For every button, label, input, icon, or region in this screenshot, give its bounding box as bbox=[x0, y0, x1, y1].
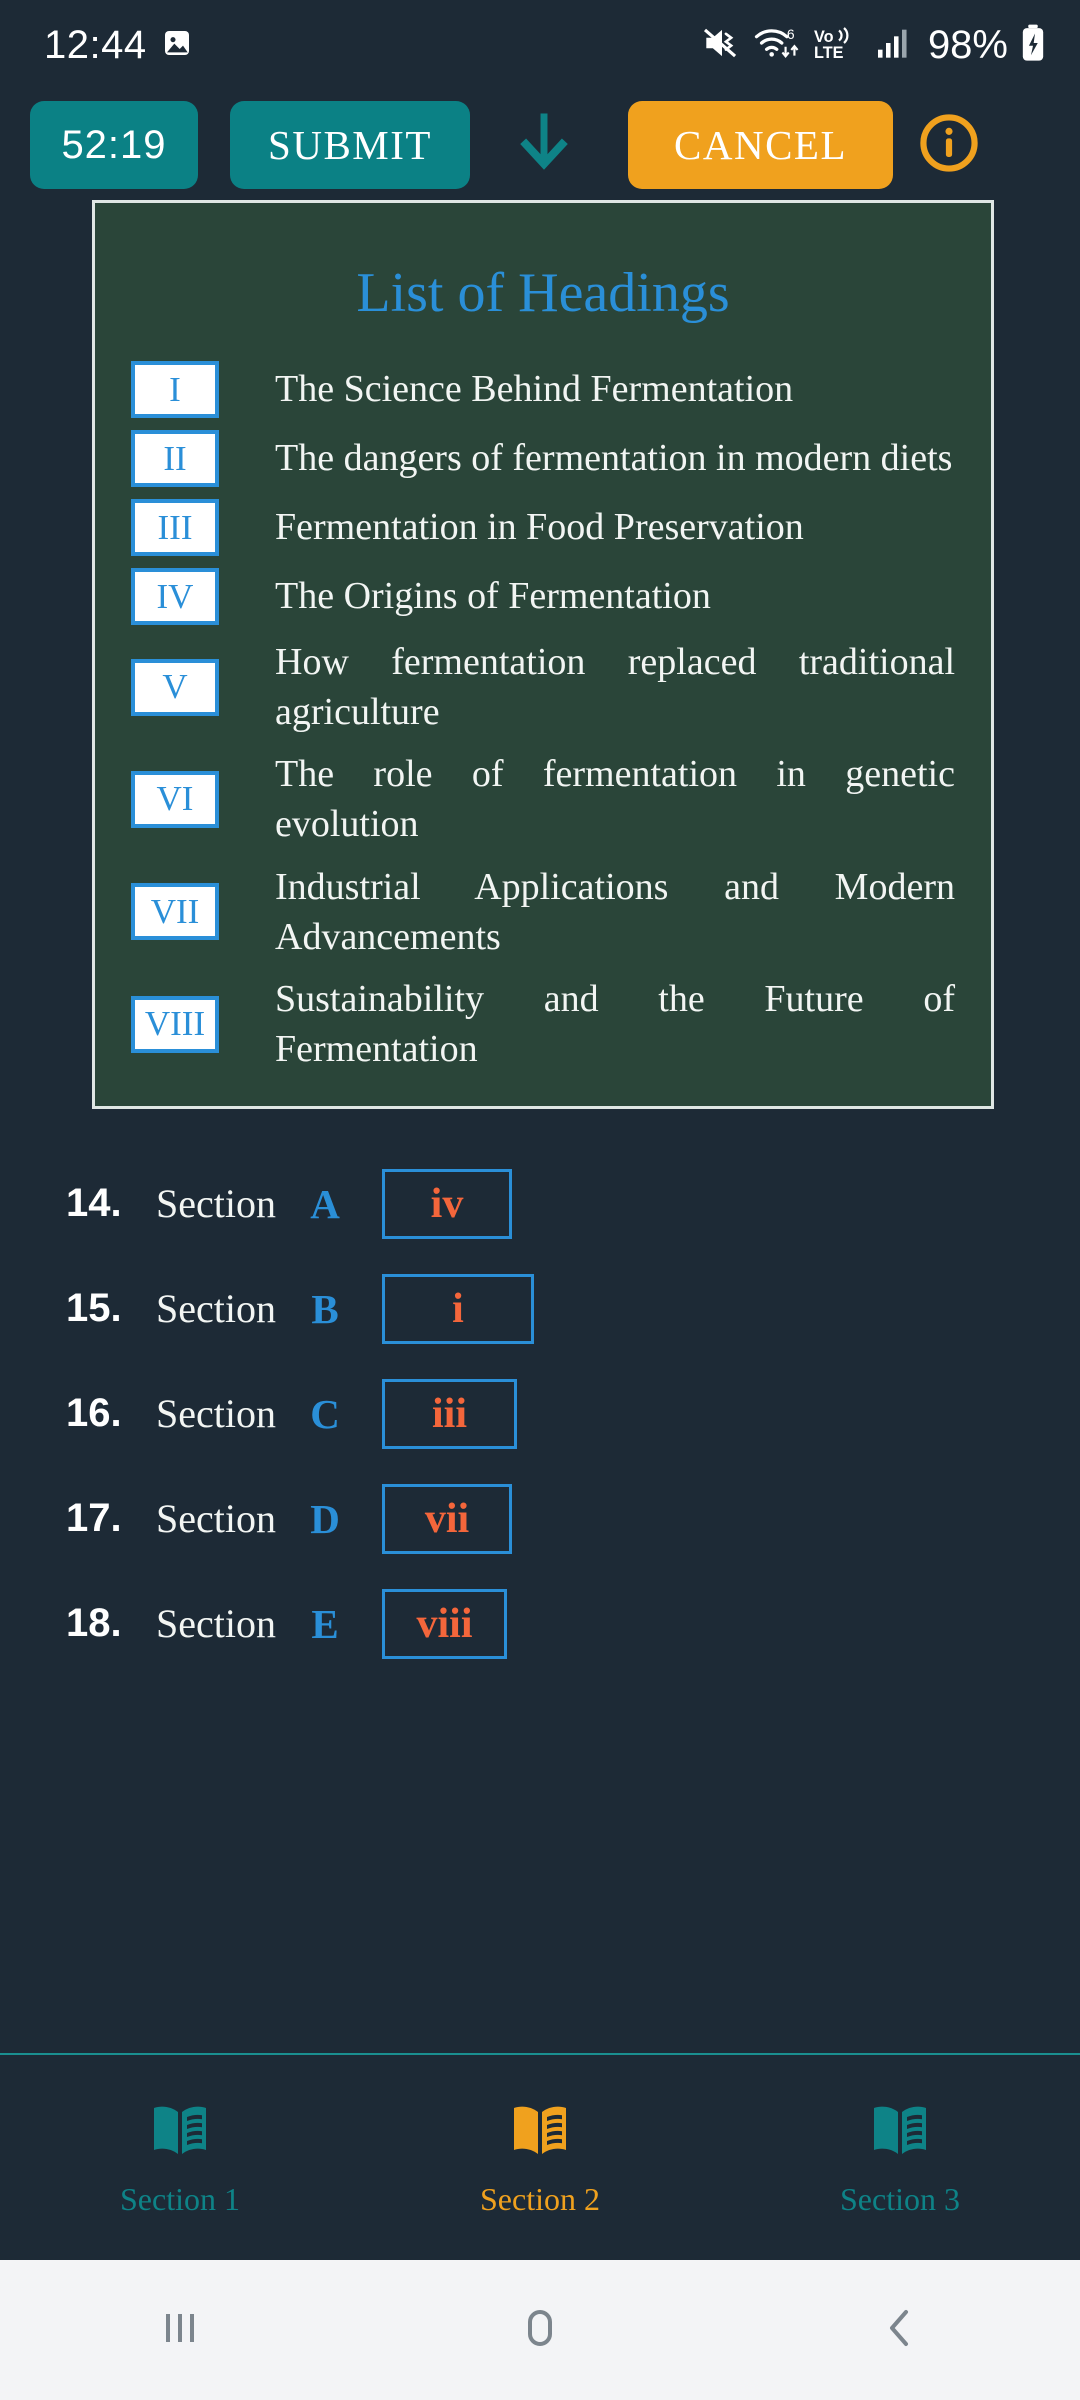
question-letter: B bbox=[311, 1285, 339, 1332]
submit-button[interactable]: SUBMIT bbox=[230, 101, 470, 189]
question-number: 16. bbox=[66, 1391, 122, 1436]
answer-input-box[interactable]: i bbox=[382, 1273, 534, 1344]
volte-icon: Vo LTE bbox=[814, 25, 864, 66]
heading-item: III Fermentation in Food Preservation bbox=[131, 499, 955, 556]
question-list: 14. Section A iv 15. Section B i 16. Sec… bbox=[0, 1109, 1080, 1676]
recents-icon bbox=[152, 2300, 208, 2361]
heading-numeral-box[interactable]: VIII bbox=[131, 995, 219, 1053]
status-bar: 12:44 6 Vo LTE 98% bbox=[0, 0, 1080, 90]
info-button[interactable] bbox=[907, 101, 991, 189]
battery-charging-icon bbox=[1020, 24, 1046, 67]
headings-panel-area: List of Headings I The Science Behind Fe… bbox=[0, 200, 1080, 1110]
book-icon bbox=[866, 2098, 934, 2171]
image-icon bbox=[161, 27, 193, 64]
question-row: 15. Section B i bbox=[66, 1256, 1080, 1361]
question-row: 17. Section D vii bbox=[66, 1466, 1080, 1571]
question-number: 15. bbox=[66, 1286, 122, 1331]
answer-input-box[interactable]: iii bbox=[382, 1378, 517, 1449]
bottom-navigation: Section 1 Section 2 Section 3 bbox=[0, 2055, 1080, 2260]
heading-item: I The Science Behind Fermentation bbox=[131, 361, 955, 418]
question-label: Section bbox=[156, 1391, 276, 1437]
book-icon bbox=[146, 2098, 214, 2171]
battery-percent-label: 98% bbox=[927, 22, 1008, 67]
question-letter: C bbox=[310, 1390, 340, 1437]
nav-label: Section 3 bbox=[840, 2180, 960, 2217]
svg-text:6: 6 bbox=[787, 26, 795, 42]
timer-button[interactable]: 52:19 bbox=[30, 101, 198, 189]
nav-label: Section 1 bbox=[120, 2180, 240, 2217]
back-button[interactable] bbox=[720, 2300, 1080, 2361]
heading-text: The dangers of fermentation in modern di… bbox=[275, 437, 953, 480]
heading-item: II The dangers of fermentation in modern… bbox=[131, 430, 955, 487]
status-bar-left: 12:44 bbox=[44, 23, 193, 68]
question-letter: E bbox=[311, 1600, 339, 1647]
heading-text: Fermentation in Food Preservation bbox=[275, 506, 804, 549]
heading-numeral-box[interactable]: I bbox=[131, 361, 219, 418]
question-row: 14. Section A iv bbox=[66, 1151, 1080, 1256]
nav-label: Section 2 bbox=[480, 2180, 600, 2217]
answer-input-box[interactable]: vii bbox=[382, 1483, 512, 1554]
heading-item: VII Industrial Applications and Modern A… bbox=[131, 862, 955, 962]
app-root: 12:44 6 Vo LTE 98% 52:19 SUBMIT CANCEL L… bbox=[0, 0, 1080, 2400]
question-number: 18. bbox=[66, 1601, 122, 1646]
signal-bars-icon bbox=[876, 27, 912, 64]
heading-text: Sustainability and the Future of Ferment… bbox=[275, 977, 955, 1071]
android-navigation-bar bbox=[0, 2260, 1080, 2400]
question-number: 14. bbox=[66, 1181, 122, 1226]
mute-icon bbox=[702, 26, 742, 65]
arrow-down-icon bbox=[516, 110, 572, 181]
cancel-button[interactable]: CANCEL bbox=[628, 101, 893, 189]
heading-text: Industrial Applications and Modern Advan… bbox=[275, 865, 955, 958]
question-letter: D bbox=[310, 1495, 340, 1542]
nav-item-section-2[interactable]: Section 2 bbox=[360, 2055, 720, 2260]
heading-numeral-box[interactable]: V bbox=[131, 658, 219, 716]
list-of-headings-panel: List of Headings I The Science Behind Fe… bbox=[92, 200, 994, 1110]
question-label: Section bbox=[156, 1601, 276, 1647]
back-icon bbox=[872, 2300, 928, 2361]
question-label: Section bbox=[156, 1496, 276, 1542]
scroll-down-button[interactable] bbox=[488, 101, 600, 189]
heading-text: How fermentation replaced traditional ag… bbox=[275, 641, 955, 734]
home-button[interactable] bbox=[360, 2300, 720, 2361]
heading-text: The Origins of Fermentation bbox=[275, 575, 711, 618]
answer-input-box[interactable]: iv bbox=[382, 1168, 512, 1239]
recents-button[interactable] bbox=[0, 2300, 360, 2361]
toolbar: 52:19 SUBMIT CANCEL bbox=[0, 90, 1080, 200]
nav-item-section-3[interactable]: Section 3 bbox=[720, 2055, 1080, 2260]
heading-item: IV The Origins of Fermentation bbox=[131, 568, 955, 625]
heading-numeral-box[interactable]: II bbox=[131, 430, 219, 487]
question-label: Section bbox=[156, 1181, 276, 1227]
nav-item-section-1[interactable]: Section 1 bbox=[0, 2055, 360, 2260]
page-title: List of Headings bbox=[356, 262, 730, 324]
heading-numeral-box[interactable]: IV bbox=[131, 568, 219, 625]
heading-numeral-box[interactable]: III bbox=[131, 499, 219, 556]
question-row: 16. Section C iii bbox=[66, 1361, 1080, 1466]
svg-text:LTE: LTE bbox=[814, 44, 844, 61]
question-letter: A bbox=[310, 1180, 340, 1227]
heading-numeral-box[interactable]: VII bbox=[131, 883, 219, 941]
heading-text: The Science Behind Fermentation bbox=[275, 368, 794, 411]
answer-input-box[interactable]: viii bbox=[382, 1588, 507, 1659]
question-row: 18. Section E viii bbox=[66, 1571, 1080, 1676]
status-bar-right: 6 Vo LTE 98% bbox=[702, 23, 1046, 68]
wifi6-icon: 6 bbox=[754, 25, 802, 66]
heading-numeral-box[interactable]: VI bbox=[131, 770, 219, 828]
question-number: 17. bbox=[66, 1496, 122, 1541]
heading-text: The role of fermentation in genetic evol… bbox=[275, 753, 955, 846]
status-time: 12:44 bbox=[44, 22, 147, 67]
heading-item: V How fermentation replaced traditional … bbox=[131, 637, 955, 737]
question-label: Section bbox=[156, 1286, 276, 1332]
home-icon bbox=[512, 2300, 568, 2361]
info-circle-icon bbox=[918, 112, 980, 179]
book-icon bbox=[506, 2098, 574, 2171]
heading-item: VIII Sustainability and the Future of Fe… bbox=[131, 974, 955, 1074]
heading-item: VI The role of fermentation in genetic e… bbox=[131, 749, 955, 849]
